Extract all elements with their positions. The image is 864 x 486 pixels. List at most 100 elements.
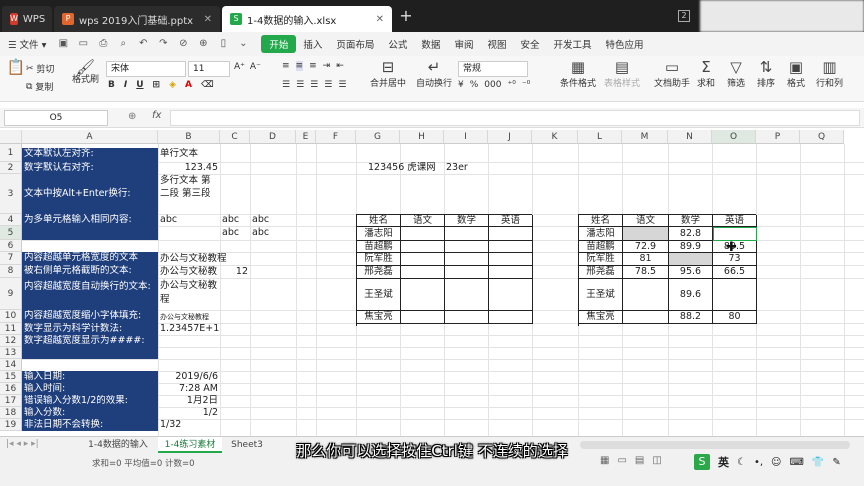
fx-icon[interactable]: fx <box>152 110 161 121</box>
table-cell[interactable]: 95.6 <box>669 266 713 279</box>
cell-b18[interactable]: 1/2 <box>158 407 218 419</box>
cell-c4[interactable]: abc <box>222 214 250 226</box>
table-cell[interactable]: 66.5 <box>713 266 757 279</box>
table-cell[interactable] <box>489 241 533 253</box>
cell-b10[interactable]: 办公与文秘教程 <box>160 311 220 323</box>
tab-xlsx-file[interactable]: S 1-4数据的输入.xlsx ✕ <box>222 6 392 32</box>
cell-a13[interactable] <box>22 347 158 359</box>
column-header[interactable]: E <box>296 130 316 144</box>
tab-formula[interactable]: 公式 <box>381 37 414 51</box>
row-header[interactable]: 16 <box>0 383 22 395</box>
table-cell[interactable]: 72.9 <box>623 241 669 253</box>
cell-b7[interactable]: 办公与文秘教程 <box>160 253 260 265</box>
table-cell[interactable]: 78.5 <box>623 266 669 279</box>
table-header[interactable]: 语文 <box>401 215 445 227</box>
table-cell[interactable] <box>713 279 757 311</box>
merge-center-button[interactable]: ⊟ 合并居中 <box>370 58 406 89</box>
cell-a19[interactable]: 非法日期不会转换: <box>22 419 158 431</box>
row-header[interactable]: 1 <box>0 144 22 162</box>
column-header[interactable]: Q <box>800 130 844 144</box>
row-header[interactable]: 15 <box>0 371 22 383</box>
table-cell[interactable] <box>489 279 533 311</box>
redo-icon[interactable]: ↷ <box>156 38 170 50</box>
align-right-icon[interactable]: ☰ <box>310 80 318 90</box>
table-cell[interactable] <box>445 266 489 279</box>
table-header[interactable]: 英语 <box>713 215 757 227</box>
tab-wps-home[interactable]: W WPS <box>2 6 52 32</box>
row-header[interactable]: 8 <box>0 265 22 278</box>
cell-a18[interactable]: 输入分数: <box>22 407 158 419</box>
column-header[interactable]: D <box>250 130 296 144</box>
table-cell-name[interactable]: 潘志阳 <box>579 227 623 241</box>
column-header[interactable]: I <box>444 130 488 144</box>
cell-a8[interactable]: 被右侧单元格截断的文本: <box>22 265 158 278</box>
underline-icon[interactable]: U <box>136 80 143 90</box>
percent-icon[interactable]: % <box>470 80 479 90</box>
cell-a4[interactable]: 为多单元格输入相同内容: <box>22 214 158 226</box>
print-preview-icon[interactable]: ⌕ <box>116 38 130 50</box>
cell-a15[interactable]: 输入日期: <box>22 371 158 383</box>
decimal-increase-icon[interactable]: ⁺⁰ <box>507 80 515 90</box>
outdent-icon[interactable]: ⇤ <box>336 61 344 71</box>
cell-b1[interactable]: 单行文本 <box>160 148 220 160</box>
table-cell[interactable] <box>445 279 489 311</box>
thousands-icon[interactable]: 000 <box>484 80 501 90</box>
table-cell-name[interactable]: 阮军胜 <box>579 253 623 266</box>
cell-b16[interactable]: 7:28 AM <box>158 383 218 395</box>
table-cell[interactable] <box>623 311 669 324</box>
cell-a3[interactable]: 文本中按Alt+Enter换行: <box>22 174 158 214</box>
format-button[interactable]: ▣ 格式 <box>786 58 806 89</box>
table-cell[interactable]: 82.8 <box>669 227 713 241</box>
table-cell[interactable] <box>401 253 445 266</box>
font-name-select[interactable]: 宋体 <box>106 61 186 77</box>
tab-data[interactable]: 数据 <box>414 37 447 51</box>
tab-pptx-file[interactable]: P wps 2019入门基础.pptx ✕ <box>54 6 220 32</box>
table-cell-name[interactable]: 王圣斌 <box>579 279 623 311</box>
tab-dev-tools[interactable]: 开发工具 <box>546 37 598 51</box>
justify-icon[interactable]: ☰ <box>324 80 332 90</box>
cell-b8[interactable]: 办公与文秘教 <box>160 266 220 278</box>
column-header[interactable]: G <box>356 130 400 144</box>
table-cell[interactable] <box>623 279 669 311</box>
column-header[interactable]: J <box>488 130 532 144</box>
tab-view[interactable]: 视图 <box>480 37 513 51</box>
eraser-icon[interactable]: ⌫ <box>201 80 214 90</box>
column-header-selected[interactable]: O <box>712 130 756 144</box>
row-header[interactable]: 6 <box>0 240 22 252</box>
column-header[interactable]: N <box>668 130 712 144</box>
row-header[interactable]: 13 <box>0 347 22 359</box>
table-cell-name[interactable]: 邢尧磊 <box>579 266 623 279</box>
print-icon[interactable]: ⎙ <box>96 38 110 50</box>
row-header[interactable]: 7 <box>0 252 22 265</box>
tab-insert[interactable]: 插入 <box>296 37 329 51</box>
row-header[interactable]: 2 <box>0 162 22 174</box>
cell-a2[interactable]: 数字默认右对齐: <box>22 162 158 174</box>
row-header[interactable]: 11 <box>0 323 22 335</box>
cell-b15[interactable]: 2019/6/6 <box>158 371 218 383</box>
column-header[interactable]: A <box>22 130 158 144</box>
table-cell-name[interactable]: 焦宝亮 <box>357 311 401 324</box>
align-left-icon[interactable]: ☰ <box>282 80 290 90</box>
table-cell[interactable] <box>401 279 445 311</box>
cell-c5[interactable]: abc <box>222 227 250 239</box>
column-header[interactable]: B <box>158 130 220 144</box>
active-cell[interactable] <box>713 227 757 241</box>
table-cell[interactable]: 88.2 <box>669 311 713 324</box>
folder-icon[interactable]: ▭ <box>76 38 90 50</box>
shrink-font-icon[interactable]: A⁻ <box>250 62 261 72</box>
column-header[interactable]: L <box>578 130 622 144</box>
bold-icon[interactable]: B <box>108 80 115 90</box>
table-cell-selected[interactable] <box>623 227 669 241</box>
name-box[interactable]: O5 <box>4 110 108 126</box>
new-tab-button[interactable]: + <box>396 6 416 25</box>
table-cell[interactable] <box>445 311 489 324</box>
table-cell-name[interactable]: 阮军胜 <box>357 253 401 266</box>
table-cell[interactable]: 89.6 <box>669 279 713 311</box>
cell-b2[interactable]: 123.45 <box>158 162 218 174</box>
fill-color-icon[interactable]: ◈ <box>169 80 176 90</box>
distribute-icon[interactable]: ☰ <box>338 80 346 90</box>
cut-button[interactable]: ✂ 剪切 <box>26 62 54 76</box>
column-header[interactable]: H <box>400 130 444 144</box>
clear-format-icon[interactable]: ⊘ <box>176 38 190 50</box>
font-size-select[interactable]: 11 <box>188 61 230 77</box>
